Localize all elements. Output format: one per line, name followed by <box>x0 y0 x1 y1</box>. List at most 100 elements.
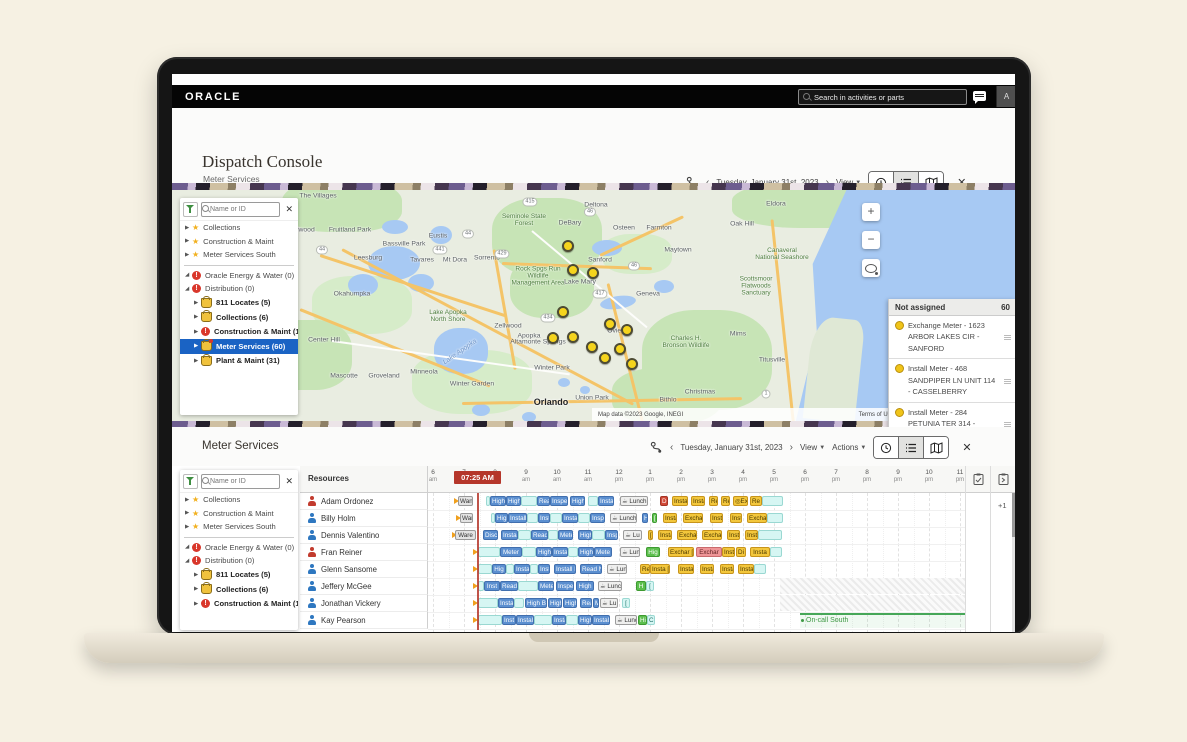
activity-bar[interactable]: Rea <box>537 496 550 506</box>
activity-bar[interactable]: Insta <box>552 547 568 557</box>
warehouse-bar[interactable]: Wan <box>458 496 473 506</box>
collapse-arrow-icon[interactable]: ▶ <box>194 300 201 306</box>
activity-map-marker[interactable] <box>562 240 574 252</box>
overflow-count-badge[interactable]: +1 <box>998 501 1007 510</box>
lunch-bar[interactable]: ☕ Lu <box>600 598 618 608</box>
activity-bar[interactable]: Install <box>508 513 527 523</box>
resource-row[interactable]: Jonathan Vickery <box>300 595 428 612</box>
pending-activity-bar[interactable]: Insta <box>672 496 688 506</box>
activity-bar[interactable] <box>770 547 782 557</box>
activity-bar[interactable] <box>592 530 605 540</box>
pending-activity-bar[interactable]: Insta <box>745 530 758 540</box>
activity-bar[interactable]: Install <box>501 530 518 540</box>
activity-bar[interactable] <box>518 530 531 540</box>
tree-group-item[interactable]: ◢!Oracle Energy & Water (0) <box>180 269 298 283</box>
activity-bar[interactable] <box>762 496 783 506</box>
activity-card[interactable]: Install Meter - 468 SANDPIPER LN UNIT 11… <box>889 359 1015 402</box>
gantt-scrollbar[interactable] <box>1012 493 1015 632</box>
activity-bar[interactable]: High <box>536 547 552 557</box>
filter-icon[interactable] <box>183 202 198 217</box>
tree-group-item[interactable]: ◢!Distribution (0) <box>180 554 298 568</box>
expanded-arrow-icon[interactable]: ◢ <box>185 558 192 564</box>
activity-bar[interactable]: Insta <box>552 615 566 625</box>
collapse-arrow-icon[interactable]: ▶ <box>194 586 201 592</box>
activity-bar[interactable]: High <box>578 615 592 625</box>
activity-bar[interactable] <box>566 615 578 625</box>
activity-bar[interactable]: Exchar <box>696 547 722 557</box>
activity-bar[interactable] <box>754 564 766 574</box>
route-icon[interactable] <box>650 441 663 454</box>
activity-bar[interactable]: High <box>495 513 508 523</box>
activity-bar[interactable] <box>478 564 492 574</box>
pending-activity-bar[interactable]: Insta <box>658 530 672 540</box>
collapse-arrow-icon[interactable]: ▶ <box>194 314 201 320</box>
pending-activity-bar[interactable]: Exchar <box>702 530 722 540</box>
resource-row[interactable]: Billy Holm <box>300 510 428 527</box>
view-dropdown[interactable]: View▼ <box>800 443 825 452</box>
activity-bar[interactable]: High <box>548 598 562 608</box>
activity-bar[interactable]: Meter <box>558 530 573 540</box>
expanded-arrow-icon[interactable]: ◢ <box>185 544 192 550</box>
list-view-button[interactable] <box>899 437 924 458</box>
activity-bar[interactable]: Insta <box>514 564 530 574</box>
activity-map-marker[interactable] <box>614 343 626 355</box>
pending-activity-bar[interactable]: Insta <box>700 564 714 574</box>
activity-bar[interactable]: Inspe <box>550 496 568 506</box>
pending-activity-bar[interactable]: Insta <box>750 547 770 557</box>
activity-bar[interactable]: Install N <box>554 564 576 574</box>
activity-bar[interactable]: M <box>593 598 599 608</box>
zoom-in-button[interactable]: + <box>862 203 880 221</box>
pending-activity-bar[interactable]: Insta <box>738 564 754 574</box>
activity-map-marker[interactable] <box>557 306 569 318</box>
tree-group-item[interactable]: ◢!Oracle Energy & Water (0) <box>180 541 298 555</box>
activity-bar[interactable]: [ <box>646 581 654 591</box>
activity-bar[interactable] <box>578 513 590 523</box>
activity-bar[interactable]: High <box>563 598 577 608</box>
activity-map-marker[interactable] <box>626 358 638 370</box>
lunch-bar[interactable]: ☕ Lunch <box>598 581 622 591</box>
activity-map-marker[interactable] <box>587 267 599 279</box>
activity-bar[interactable] <box>514 598 524 608</box>
tree-favorite-item[interactable]: ▶★Collections <box>180 221 298 235</box>
pending-activity-bar[interactable]: Insta [ <box>650 564 670 574</box>
drag-handle-icon[interactable] <box>1004 337 1011 338</box>
lasso-select-button[interactable] <box>862 259 880 277</box>
tree-group-item[interactable]: ▶Plant & Maint (31) <box>180 354 298 369</box>
lunch-bar[interactable]: ☕ Lu <box>623 530 642 540</box>
pending-activity-bar[interactable]: Exchar <box>677 530 697 540</box>
resource-row[interactable]: Kay Pearson <box>300 612 428 629</box>
actions-dropdown[interactable]: Actions▼ <box>832 443 866 452</box>
collapse-arrow-icon[interactable]: ▶ <box>185 510 192 516</box>
activity-bar[interactable]: Rea <box>580 598 592 608</box>
gantt-row[interactable]: HigInstaInstInstall NRead N☕ LunchReInst… <box>428 561 965 578</box>
activity-map-marker[interactable] <box>604 318 616 330</box>
activity-bar[interactable]: Inst <box>502 615 516 625</box>
activity-map-marker[interactable] <box>621 324 633 336</box>
activity-bar[interactable] <box>534 615 552 625</box>
collapse-arrow-icon[interactable]: ▶ <box>185 238 192 244</box>
tree-search-input[interactable] <box>201 202 280 217</box>
activity-bar[interactable] <box>522 547 536 557</box>
tree-group-item[interactable]: ▶!Construction & Maint (10) <box>180 325 298 340</box>
gantt-row[interactable]: MeterHighInstaHighMete☕ LunHigExchar [Ex… <box>428 544 965 561</box>
tree-favorite-item[interactable]: ▶★Meter Services South <box>180 520 298 534</box>
lunch-bar[interactable]: ☕ Lunch <box>620 496 648 506</box>
tree-favorite-item[interactable]: ▶★Collections <box>180 493 298 507</box>
activity-card[interactable]: Exchange Meter - 1623 ARBOR LAKES CIR - … <box>889 316 1015 359</box>
clipboard-next-icon[interactable] <box>991 466 1015 493</box>
clear-search-button[interactable]: ✕ <box>283 476 295 487</box>
resource-row[interactable]: Adam Ordonez <box>300 493 428 510</box>
activity-bar[interactable]: Mete <box>538 581 554 591</box>
tree-group-item[interactable]: ▶!Construction & Maint (10) <box>180 597 298 612</box>
pending-activity-bar[interactable]: Insta <box>663 513 677 523</box>
activity-bar[interactable] <box>521 496 537 506</box>
activity-bar[interactable] <box>548 530 558 540</box>
activity-bar[interactable]: Install <box>562 513 578 523</box>
pending-activity-bar[interactable]: Exchar [ <box>668 547 694 557</box>
activity-bar[interactable]: Install <box>598 496 614 506</box>
collapse-arrow-icon[interactable]: ▶ <box>185 497 192 503</box>
activity-bar[interactable]: Inspe <box>556 581 574 591</box>
pending-activity-bar[interactable]: Insta <box>710 513 723 523</box>
on-call-band[interactable]: On-call South <box>800 613 965 628</box>
tree-group-item[interactable]: ▶Meter Services (60) <box>180 339 298 354</box>
